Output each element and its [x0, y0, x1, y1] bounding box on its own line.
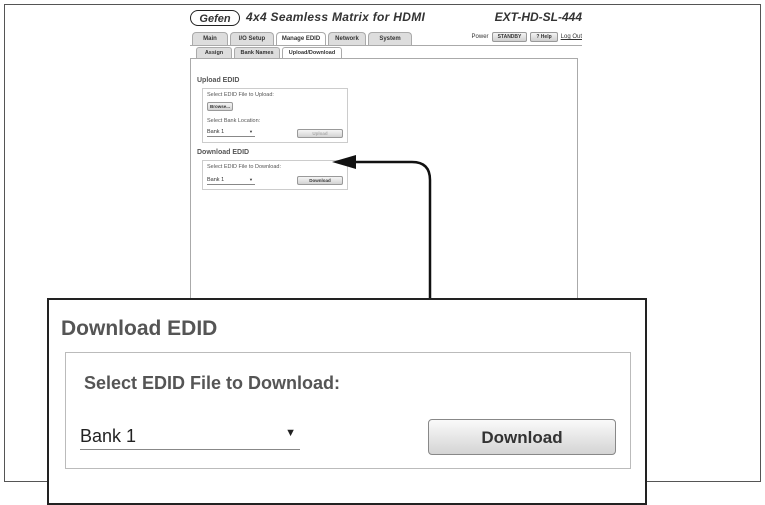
- arrow-icon: [332, 155, 432, 298]
